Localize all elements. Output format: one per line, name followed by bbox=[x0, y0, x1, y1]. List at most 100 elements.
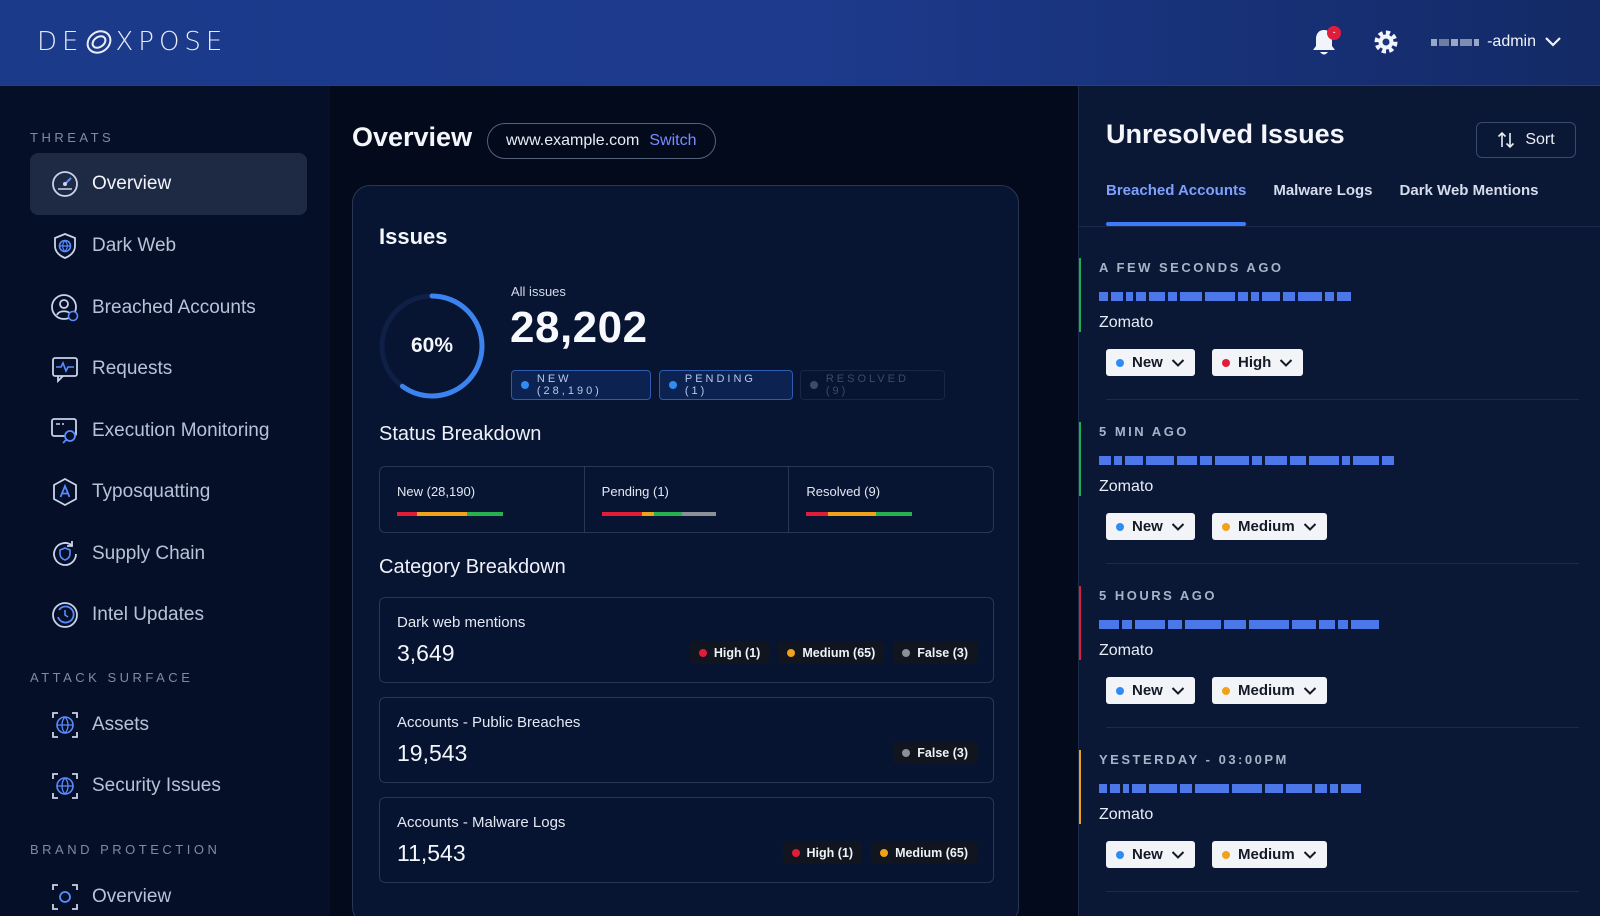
issue-source: Zomato bbox=[1099, 478, 1154, 495]
sidebar-item-dark-web[interactable]: Dark Web bbox=[30, 215, 307, 277]
status-dropdown[interactable]: New bbox=[1106, 349, 1195, 376]
chevron-down-icon bbox=[1303, 522, 1316, 531]
switch-domain-link[interactable]: Switch bbox=[649, 132, 696, 150]
sidebar-item-breached-accounts[interactable]: Breached Accounts bbox=[30, 277, 307, 339]
chevron-down-icon bbox=[1545, 37, 1561, 47]
category-value: 19,543 bbox=[397, 740, 468, 766]
tag-false[interactable]: False (3) bbox=[893, 641, 977, 664]
severity-value: Medium bbox=[1238, 846, 1295, 863]
sidebar-item-intel-updates[interactable]: Intel Updates bbox=[30, 584, 307, 646]
divider bbox=[1106, 727, 1579, 728]
all-issues-value: 28,202 bbox=[510, 303, 648, 352]
sidebar-item-requests[interactable]: Requests bbox=[30, 338, 307, 400]
chevron-down-icon bbox=[1171, 522, 1185, 531]
issue-accent bbox=[1079, 258, 1081, 332]
page-title: Overview bbox=[352, 122, 473, 152]
status-dropdown[interactable]: New bbox=[1106, 841, 1195, 868]
tab-malware-logs[interactable]: Malware Logs bbox=[1273, 182, 1372, 224]
sort-arrows-icon bbox=[1498, 131, 1515, 149]
severity-dot bbox=[1222, 850, 1230, 859]
tag-label: High (1) bbox=[713, 645, 761, 660]
tab-dark-web-mentions[interactable]: Dark Web Mentions bbox=[1400, 182, 1539, 224]
issues-title: Issues bbox=[379, 224, 448, 249]
status-breakdown-title: Status Breakdown bbox=[379, 423, 542, 445]
severity-value: Medium bbox=[1238, 682, 1295, 699]
status-dropdown[interactable]: New bbox=[1106, 513, 1195, 540]
tag-dot bbox=[902, 748, 911, 757]
status-dot bbox=[1116, 522, 1124, 531]
tag-medium[interactable]: Medium (65) bbox=[778, 641, 885, 664]
domain-selector[interactable]: www.example.com Switch bbox=[487, 123, 716, 159]
issue-item[interactable]: 5 MIN AGO Zomato New Medium bbox=[1079, 402, 1579, 564]
notification-badge: - bbox=[1327, 26, 1342, 40]
severity-dropdown[interactable]: High bbox=[1212, 349, 1304, 376]
severity-dot bbox=[1222, 522, 1230, 531]
issue-time: A FEW SECONDS AGO bbox=[1099, 260, 1284, 275]
sidebar-item-execution-monitoring[interactable]: Execution Monitoring bbox=[30, 400, 307, 462]
category-card-dark-web[interactable]: Dark web mentions 3,649 High (1) Medium … bbox=[379, 597, 994, 683]
status-dropdown[interactable]: New bbox=[1106, 677, 1195, 704]
sidebar-item-supply-chain[interactable]: Supply Chain bbox=[30, 523, 307, 585]
status-cell-pending[interactable]: Pending (1) bbox=[585, 467, 790, 532]
issue-accent bbox=[1079, 586, 1081, 660]
issue-item[interactable]: YESTERDAY - 03:00PM Zomato New Medium bbox=[1079, 730, 1579, 892]
severity-dropdown[interactable]: Medium bbox=[1212, 677, 1327, 704]
status-cell-resolved[interactable]: Resolved (9) bbox=[789, 467, 993, 532]
chip-label: PENDING (1) bbox=[684, 373, 756, 397]
sidebar-item-typosquatting[interactable]: Typosquatting bbox=[30, 461, 307, 523]
chevron-down-icon bbox=[1303, 850, 1316, 859]
tag-high[interactable]: High (1) bbox=[689, 641, 770, 664]
status-dot bbox=[521, 381, 529, 389]
sidebar: THREATS Overview Dark Web Breached Accou… bbox=[0, 86, 330, 916]
chip-label: NEW (28,190) bbox=[536, 373, 602, 397]
category-card-public-breaches[interactable]: Accounts - Public Breaches 19,543 False … bbox=[379, 697, 994, 783]
status-value: New bbox=[1132, 682, 1163, 699]
tag-label: Medium (65) bbox=[802, 645, 876, 660]
tag-high[interactable]: High (1) bbox=[782, 841, 863, 864]
filter-chip-new[interactable]: NEW (28,190) bbox=[511, 370, 651, 400]
logo[interactable]: DE XPOSE bbox=[37, 24, 227, 60]
issue-item[interactable]: A FEW SECONDS AGO Zomato New High bbox=[1079, 238, 1579, 400]
severity-value: High bbox=[1238, 354, 1272, 371]
status-dot bbox=[1116, 686, 1124, 695]
globe-frame-icon bbox=[52, 773, 78, 799]
gear-icon[interactable] bbox=[1371, 27, 1401, 57]
status-cell-new[interactable]: New (28,190) bbox=[380, 467, 585, 532]
tag-false[interactable]: False (3) bbox=[893, 741, 977, 764]
status-cell-label: Pending (1) bbox=[601, 484, 669, 499]
filter-chip-resolved[interactable]: RESOLVED (9) bbox=[800, 370, 945, 400]
cycle-shield-icon bbox=[53, 541, 77, 566]
pulse-message-icon bbox=[52, 357, 78, 384]
section-title-attack-surface: ATTACK SURFACE bbox=[30, 670, 194, 685]
severity-dot bbox=[1222, 358, 1230, 367]
sidebar-item-label: Intel Updates bbox=[92, 604, 204, 625]
status-value: New bbox=[1132, 846, 1163, 863]
sidebar-item-label: Requests bbox=[92, 358, 173, 379]
user-menu[interactable]: -admin bbox=[1431, 33, 1562, 51]
sidebar-item-assets[interactable]: Assets bbox=[30, 694, 307, 756]
sort-button[interactable]: Sort bbox=[1476, 122, 1576, 158]
severity-dropdown[interactable]: Medium bbox=[1212, 513, 1327, 540]
sidebar-item-brand-overview[interactable]: Overview bbox=[30, 866, 307, 916]
status-cell-label: New (28,190) bbox=[397, 484, 476, 499]
sidebar-item-label: Security Issues bbox=[92, 775, 221, 796]
divider bbox=[1106, 399, 1579, 400]
issue-accent bbox=[1079, 422, 1081, 496]
status-bar bbox=[601, 512, 716, 516]
progress-percent: 60% bbox=[410, 334, 454, 357]
notification-bell[interactable]: - bbox=[1309, 26, 1342, 58]
sidebar-item-overview[interactable]: Overview bbox=[30, 153, 307, 215]
filter-chip-pending[interactable]: PENDING (1) bbox=[659, 370, 793, 400]
issue-tabs: Breached Accounts Malware Logs Dark Web … bbox=[1106, 182, 1539, 226]
gear-frame-icon bbox=[52, 884, 78, 910]
issue-time: 5 MIN AGO bbox=[1099, 424, 1189, 439]
chevron-down-icon bbox=[1171, 850, 1185, 859]
tag-medium[interactable]: Medium (65) bbox=[871, 841, 977, 864]
category-card-malware-logs[interactable]: Accounts - Malware Logs 11,543 High (1) … bbox=[379, 797, 994, 883]
sidebar-item-security-issues[interactable]: Security Issues bbox=[30, 755, 307, 817]
sidebar-item-label: Breached Accounts bbox=[92, 297, 256, 318]
issue-item[interactable]: 5 HOURS AGO Zomato New Medium bbox=[1079, 566, 1579, 728]
category-name: Accounts - Malware Logs bbox=[397, 814, 566, 831]
severity-dropdown[interactable]: Medium bbox=[1212, 841, 1327, 868]
tab-breached-accounts[interactable]: Breached Accounts bbox=[1106, 182, 1247, 226]
